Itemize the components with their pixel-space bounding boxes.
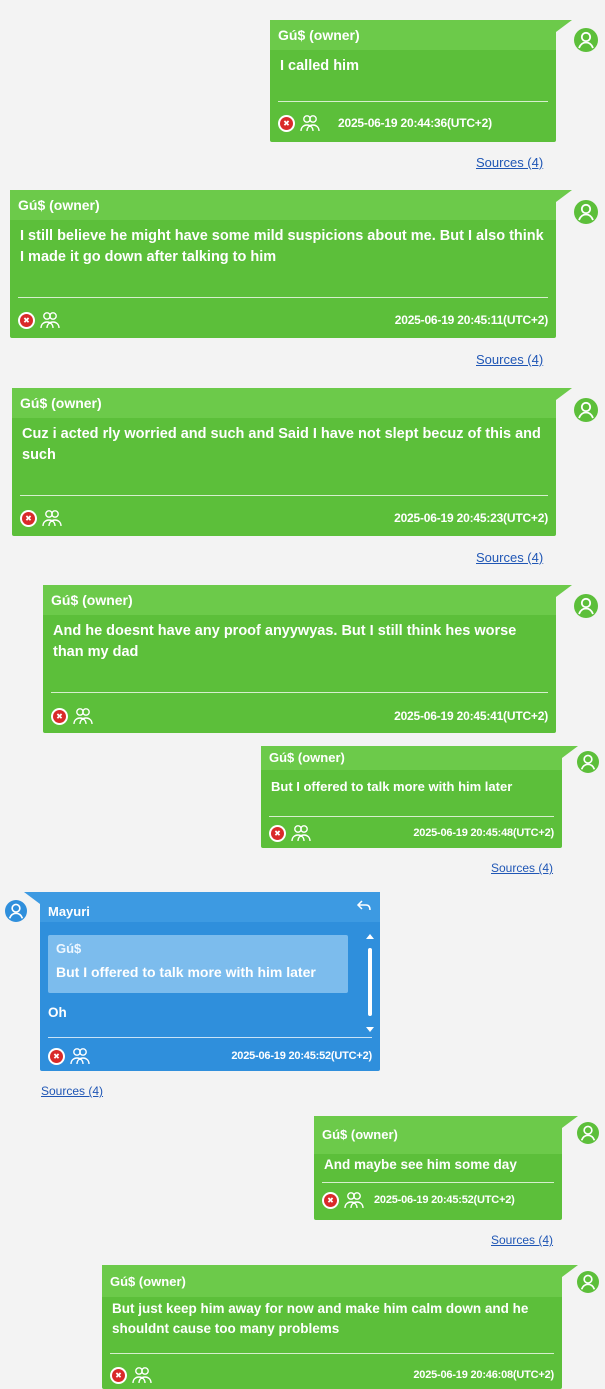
user-avatar-icon <box>577 751 599 773</box>
user-avatar-icon <box>577 1271 599 1293</box>
group-icon[interactable] <box>291 824 311 842</box>
message-footer: 2025-06-19 20:45:52(UTC+2) <box>322 1188 554 1212</box>
timestamp: 2025-06-19 20:45:41(UTC+2) <box>394 709 548 723</box>
message-bubble: Gú$ (owner) Cuz i acted rly worried and … <box>12 388 572 536</box>
sender-name: Gú$ (owner) <box>270 20 556 50</box>
sources-link[interactable]: Sources (4) <box>491 1233 553 1247</box>
reply-icon[interactable] <box>356 898 372 914</box>
message-footer: 2025-06-19 20:45:11(UTC+2) <box>18 308 548 332</box>
sources-link[interactable]: Sources (4) <box>476 155 543 170</box>
message-bubble: Gú$ (owner) And he doesnt have any proof… <box>43 585 572 733</box>
scroll-up-icon[interactable] <box>366 934 374 939</box>
bubble-tail <box>562 1116 578 1128</box>
message-bubble: Mayuri Gú$ But I offered to talk more wi… <box>24 892 380 1071</box>
group-icon[interactable] <box>73 707 93 725</box>
divider <box>110 1353 554 1354</box>
message-text: I still believe he might have some mild … <box>20 228 544 265</box>
sources-link[interactable]: Sources (4) <box>476 550 543 565</box>
scrollbar[interactable] <box>366 934 374 1032</box>
sender-name: Gú$ (owner) <box>12 388 556 418</box>
bubble-tail <box>562 1265 578 1277</box>
message-text: I called him <box>280 58 359 74</box>
group-icon[interactable] <box>70 1047 90 1065</box>
user-avatar-icon <box>577 1122 599 1144</box>
message-footer: 2025-06-19 20:46:08(UTC+2) <box>110 1363 554 1387</box>
user-avatar-icon <box>574 398 598 422</box>
quoted-message[interactable]: Gú$ But I offered to talk more with him … <box>48 935 348 993</box>
divider <box>51 692 548 693</box>
message-text: Cuz i acted rly worried and such and Sai… <box>22 426 541 463</box>
message-bubble: Gú$ (owner) I still believe he might hav… <box>10 190 572 338</box>
message-bubble: Gú$ (owner) But just keep him away for n… <box>102 1265 578 1389</box>
divider <box>18 297 548 298</box>
sources-link[interactable]: Sources (4) <box>491 861 553 875</box>
delete-icon[interactable] <box>110 1366 127 1384</box>
timestamp: 2025-06-19 20:44:36(UTC+2) <box>338 116 492 130</box>
delete-icon[interactable] <box>278 114 295 132</box>
divider <box>269 816 554 817</box>
sources-link[interactable]: Sources (4) <box>41 1084 103 1098</box>
scroll-down-icon[interactable] <box>366 1027 374 1032</box>
group-icon[interactable] <box>42 509 62 527</box>
divider <box>20 495 548 496</box>
message-footer: 2025-06-19 20:45:48(UTC+2) <box>269 821 554 845</box>
group-icon[interactable] <box>40 311 60 329</box>
user-avatar-icon <box>574 200 598 224</box>
sender-name: Gú$ (owner) <box>314 1116 562 1154</box>
delete-icon[interactable] <box>269 824 286 842</box>
bubble-tail <box>556 190 572 202</box>
sender-name: Gú$ (owner) <box>43 585 556 615</box>
divider <box>278 101 548 102</box>
message-footer: 2025-06-19 20:45:52(UTC+2) <box>48 1044 372 1068</box>
message-text: And maybe see him some day <box>324 1157 517 1172</box>
sender-name: Gú$ (owner) <box>10 190 556 220</box>
timestamp: 2025-06-19 20:46:08(UTC+2) <box>413 1369 554 1381</box>
message-footer: 2025-06-19 20:45:23(UTC+2) <box>20 506 548 530</box>
delete-icon[interactable] <box>18 311 35 329</box>
divider <box>48 1037 372 1038</box>
user-avatar-icon <box>574 594 598 618</box>
message-bubble: Gú$ (owner) I called him 2025-06-19 20:4… <box>270 20 572 142</box>
message-bubble: Gú$ (owner) And maybe see him some day 2… <box>314 1116 578 1220</box>
delete-icon[interactable] <box>48 1047 65 1065</box>
group-icon[interactable] <box>344 1191 364 1209</box>
bubble-tail <box>556 585 572 597</box>
quote-author: Gú$ <box>56 941 82 956</box>
timestamp: 2025-06-19 20:45:52(UTC+2) <box>231 1050 372 1062</box>
message-bubble: Gú$ (owner) But I offered to talk more w… <box>261 746 578 848</box>
group-icon[interactable] <box>132 1366 152 1384</box>
timestamp: 2025-06-19 20:45:48(UTC+2) <box>413 827 554 839</box>
delete-icon[interactable] <box>20 509 37 527</box>
sources-link[interactable]: Sources (4) <box>476 352 543 367</box>
bubble-tail <box>556 388 572 400</box>
sender-name: Gú$ (owner) <box>261 746 562 770</box>
quote-text: But I offered to talk more with him late… <box>56 964 316 980</box>
bubble-tail <box>556 20 572 32</box>
message-text: But just keep him away for now and make … <box>112 1301 529 1336</box>
divider <box>322 1182 554 1183</box>
message-text: Oh <box>48 1005 67 1020</box>
delete-icon[interactable] <box>51 707 68 725</box>
sender-name-text: Mayuri <box>48 904 90 919</box>
sender-name: Mayuri <box>40 892 380 922</box>
bubble-tail <box>562 746 578 758</box>
timestamp: 2025-06-19 20:45:52(UTC+2) <box>374 1194 515 1206</box>
message-footer: 2025-06-19 20:44:36(UTC+2) <box>278 111 548 135</box>
group-icon[interactable] <box>300 114 320 132</box>
timestamp: 2025-06-19 20:45:23(UTC+2) <box>394 511 548 525</box>
timestamp: 2025-06-19 20:45:11(UTC+2) <box>394 313 548 327</box>
message-footer: 2025-06-19 20:45:41(UTC+2) <box>51 704 548 728</box>
message-text: And he doesnt have any proof anyywyas. B… <box>53 623 517 660</box>
bubble-tail <box>24 892 40 904</box>
message-text: But I offered to talk more with him late… <box>271 779 513 794</box>
scroll-thumb[interactable] <box>368 948 372 1016</box>
user-avatar-icon <box>574 28 598 52</box>
delete-icon[interactable] <box>322 1191 339 1209</box>
sender-name: Gú$ (owner) <box>102 1265 562 1297</box>
